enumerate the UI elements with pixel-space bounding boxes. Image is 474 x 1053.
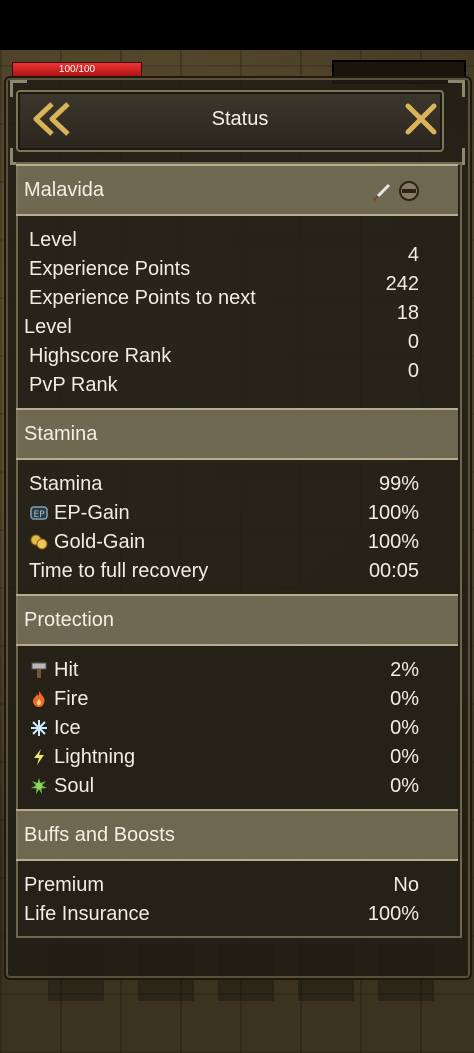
- lightning-icon: [34, 749, 44, 765]
- gold-gain-value: 100%: [367, 531, 419, 553]
- ep-gain-value: 100%: [367, 502, 419, 524]
- experience-value: 242: [385, 273, 419, 295]
- ep-gain-label: EP-Gain: [54, 502, 130, 524]
- double-chevron-left-icon: [33, 102, 70, 136]
- hit-value: 2%: [390, 659, 419, 681]
- level-value: 4: [407, 244, 419, 266]
- svg-text:EP: EP: [33, 510, 45, 520]
- fire-label: Fire: [54, 688, 89, 710]
- premium-label: Premium: [24, 874, 105, 896]
- recovery-label: Time to full recovery: [29, 560, 209, 582]
- ice-icon: [31, 720, 47, 736]
- buffs-header-label: Buffs and Boosts: [24, 824, 175, 846]
- stamina-header: Stamina: [16, 408, 458, 460]
- experience-next-value: 18: [396, 302, 419, 324]
- helmet-icon: [399, 181, 419, 201]
- close-icon: [405, 103, 437, 135]
- highscore-label: Highscore Rank: [29, 345, 172, 367]
- hit-label: Hit: [54, 659, 79, 681]
- hammer-icon: [31, 662, 47, 678]
- buffs-header: Buffs and Boosts: [16, 809, 458, 861]
- sword-icon: [372, 183, 391, 202]
- protection-header: Protection: [16, 594, 458, 646]
- close-button[interactable]: [402, 100, 440, 138]
- dialog-title: Status: [211, 108, 269, 130]
- soul-label: Soul: [54, 775, 95, 797]
- stamina-label: Stamina: [29, 473, 103, 495]
- top-black-bar: [0, 0, 474, 50]
- ep-icon: EP: [30, 506, 48, 520]
- protection-header-label: Protection: [24, 609, 115, 631]
- lightning-label: Lightning: [54, 746, 136, 768]
- premium-value: No: [393, 874, 419, 896]
- pvp-label: PvP Rank: [29, 374, 118, 396]
- character-name: Malavida: [24, 179, 105, 201]
- soul-icon: [31, 778, 47, 794]
- gold-gain-label: Gold-Gain: [54, 531, 146, 553]
- stamina-value: 99%: [378, 473, 419, 495]
- fire-value: 0%: [390, 688, 419, 710]
- gold-coins-icon: [30, 534, 48, 550]
- experience-next-label: Experience Points to next: [29, 287, 256, 309]
- corner-ornament: [448, 80, 465, 97]
- life-insurance-label: Life Insurance: [24, 903, 150, 925]
- lightning-value: 0%: [390, 746, 419, 768]
- experience-label: Experience Points: [29, 258, 191, 280]
- pvp-value: 0: [407, 360, 419, 382]
- corner-ornament: [10, 80, 27, 97]
- experience-next-label-cont: Level: [24, 316, 72, 338]
- highscore-value: 0: [407, 331, 419, 353]
- back-button[interactable]: [30, 100, 78, 138]
- stamina-header-label: Stamina: [24, 423, 98, 445]
- soul-value: 0%: [390, 775, 419, 797]
- fire-icon: [33, 691, 45, 707]
- ice-label: Ice: [54, 717, 81, 739]
- recovery-value: 00:05: [368, 560, 419, 582]
- life-insurance-value: 100%: [367, 903, 419, 925]
- ice-value: 0%: [390, 717, 419, 739]
- level-label: Level: [29, 229, 77, 251]
